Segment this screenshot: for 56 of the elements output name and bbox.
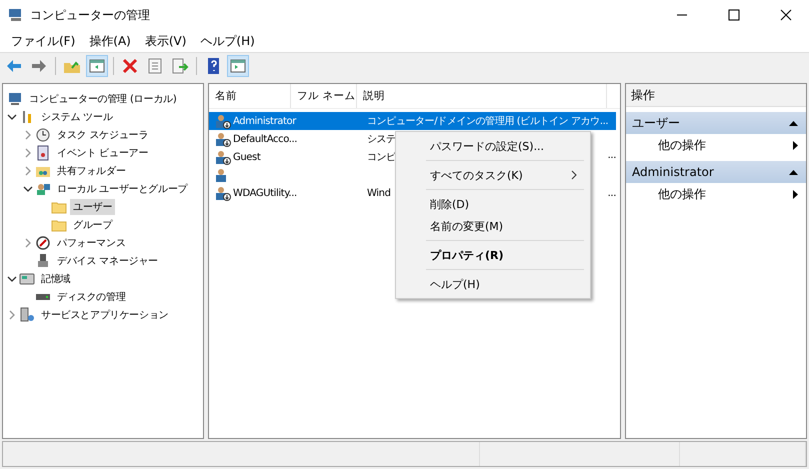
pane-title: 操作 (631, 86, 655, 104)
action-item[interactable]: 他の操作 (626, 134, 806, 156)
tree-item[interactable]: 共有フォルダー (54, 163, 129, 179)
menu-item[interactable]: 表示(V) (138, 32, 194, 50)
node-icon (35, 235, 51, 251)
tree-item[interactable]: グループ (70, 217, 116, 233)
menu-item[interactable]: 名前の変更(M) (398, 215, 588, 237)
description: ... (608, 188, 616, 198)
export-icon (171, 57, 189, 75)
tree-item[interactable]: システム ツール (38, 109, 116, 125)
computer-icon (8, 7, 24, 23)
menu-item[interactable]: すべてのタスク(K) (398, 164, 588, 186)
tree-icon (88, 57, 106, 75)
description: コンピューター/ドメインの管理用 (ビルトイン アカウ... (367, 115, 608, 128)
node-icon (35, 127, 51, 143)
node-icon (35, 253, 51, 269)
tree-item[interactable]: ユーザー (70, 199, 116, 215)
description: Wind (367, 188, 391, 198)
node-icon (19, 271, 35, 287)
window-title: コンピューターの管理 (30, 6, 151, 24)
actions-icon (229, 57, 247, 75)
toolbar-button[interactable] (227, 55, 249, 77)
section-header[interactable]: ユーザー (626, 112, 806, 134)
toolbar-button[interactable] (86, 55, 108, 77)
column-header[interactable]: 名前 (209, 84, 291, 108)
column-header[interactable]: 説明 (357, 84, 607, 108)
section-header[interactable]: Administrator (626, 161, 806, 183)
menu-item[interactable]: ヘルプ(H) (398, 273, 588, 295)
tree-item[interactable]: デバイス マネージャー (54, 253, 161, 269)
menu-item[interactable]: パスワードの設定(S)... (398, 135, 588, 157)
node-icon (19, 307, 35, 323)
submenu-arrow-icon (793, 190, 798, 198)
tree-item[interactable]: 記憶域 (38, 271, 74, 287)
description: ... (608, 150, 616, 163)
tree-item[interactable]: コンピューターの管理 (ローカル) (26, 91, 180, 107)
forward-icon (30, 57, 48, 75)
tree-item[interactable]: パフォーマンス (54, 235, 129, 251)
menu-item[interactable]: ファイル(F) (4, 32, 82, 50)
menu-item[interactable]: ヘルプ(H) (193, 32, 262, 50)
node-icon (7, 91, 23, 107)
tree-item[interactable]: サービスとアプリケーション (38, 307, 172, 323)
delete-icon (121, 57, 139, 75)
node-icon (35, 181, 51, 197)
column-header[interactable]: フル ネーム (291, 84, 357, 108)
menu-item[interactable]: 操作(A) (82, 32, 138, 50)
action-item[interactable]: 他の操作 (626, 183, 806, 205)
tree-item[interactable]: ディスクの管理 (54, 289, 129, 305)
submenu-arrow-icon (793, 140, 798, 150)
description: システ (367, 133, 396, 146)
tree-item[interactable]: ローカル ユーザーとグループ (54, 181, 190, 197)
menu-item[interactable]: 削除(D) (398, 193, 588, 215)
properties-icon (146, 57, 164, 75)
tree-item[interactable]: イベント ビューアー (54, 145, 152, 161)
tree-item[interactable]: タスク スケジューラ (54, 127, 152, 143)
node-icon (35, 145, 51, 161)
menu-item[interactable]: プロパティ(R) (398, 244, 588, 266)
